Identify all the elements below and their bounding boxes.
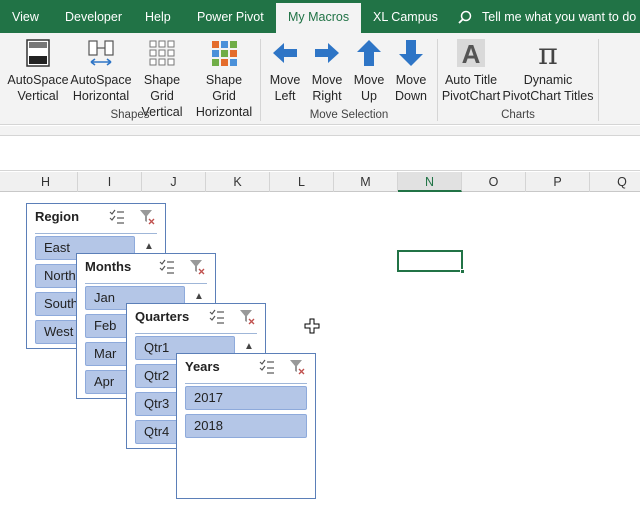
slicer-divider: [185, 383, 307, 384]
move-left-label2: Left: [274, 89, 296, 103]
svg-text:A: A: [462, 39, 481, 69]
group-divider: [437, 39, 438, 121]
active-cell[interactable]: [397, 250, 465, 274]
dynamic-titles-label1: Dynamic: [523, 73, 573, 87]
autospace-horizontal-icon: [85, 37, 117, 69]
dynamic-pivotchart-titles-button[interactable]: π Dynamic PivotChart Titles: [502, 37, 594, 107]
group-label-charts: Charts: [501, 109, 535, 121]
autospace-horizontal-label1: AutoSpace: [70, 73, 132, 87]
arrow-up-icon: [353, 37, 385, 69]
clear-filter-icon[interactable]: [239, 309, 255, 325]
move-down-label2: Down: [395, 89, 427, 103]
tell-me-text: Tell me what you want to do: [482, 10, 637, 24]
group-label-shapes: Shapes: [110, 109, 150, 121]
auto-title-pivotchart-button[interactable]: A Auto Title PivotChart: [440, 37, 502, 107]
shape-grid-vertical-label1: Shape Grid: [143, 73, 181, 103]
autospace-vertical-icon: [22, 37, 54, 69]
multi-select-icon[interactable]: [159, 259, 175, 275]
ribbon-panel: AutoSpace Vertical AutoSpace Horizontal …: [0, 33, 640, 125]
dynamic-titles-label2: PivotChart Titles: [502, 89, 594, 103]
tab-power-pivot[interactable]: Power Pivot: [197, 0, 264, 33]
autospace-vertical-label2: Vertical: [17, 89, 59, 103]
multi-select-icon[interactable]: [259, 359, 275, 375]
arrow-down-icon: [395, 37, 427, 69]
slicer-divider: [35, 233, 157, 234]
tab-help[interactable]: Help: [145, 0, 171, 33]
move-down-button[interactable]: Move Down: [389, 37, 433, 107]
ribbon-tab-bar: View Developer Help Power Pivot My Macro…: [0, 0, 640, 33]
formula-bar-area[interactable]: [0, 137, 640, 171]
shape-grid-horizontal-label1: Shape Grid: [205, 73, 243, 103]
slicer-title: Months: [85, 259, 132, 274]
column-header-k[interactable]: K: [206, 172, 270, 192]
clear-filter-icon[interactable]: [139, 209, 155, 225]
slicer-item[interactable]: 2018: [185, 414, 307, 438]
tell-me-box[interactable]: Tell me what you want to do: [458, 0, 636, 33]
auto-title-label1: Auto Title: [444, 73, 498, 87]
column-header-j[interactable]: J: [142, 172, 206, 192]
move-left-label1: Move: [269, 73, 301, 87]
move-cursor-icon: [304, 318, 320, 334]
move-right-label1: Move: [311, 73, 343, 87]
move-right-label2: Right: [312, 89, 342, 103]
tab-my-macros[interactable]: My Macros: [276, 3, 362, 33]
group-divider: [598, 39, 599, 121]
column-header-h[interactable]: H: [14, 172, 78, 192]
excel-window: View Developer Help Power Pivot My Macro…: [0, 0, 640, 516]
move-up-label1: Move: [353, 73, 385, 87]
column-header-n[interactable]: N: [398, 172, 462, 192]
autospace-horizontal-label2: Horizontal: [72, 89, 130, 103]
group-label-move-selection: Move Selection: [309, 109, 389, 121]
column-header-o[interactable]: O: [462, 172, 526, 192]
autospace-horizontal-button[interactable]: AutoSpace Horizontal: [70, 37, 132, 107]
multi-select-icon[interactable]: [209, 309, 225, 325]
arrow-left-icon: [269, 37, 301, 69]
column-header-bar: H I J K L M N O P Q: [0, 172, 640, 192]
arrow-right-icon: [311, 37, 343, 69]
move-left-button[interactable]: Move Left: [265, 37, 305, 107]
column-header-l[interactable]: L: [270, 172, 334, 192]
clear-filter-icon[interactable]: [289, 359, 305, 375]
group-divider: [260, 39, 261, 121]
move-up-button[interactable]: Move Up: [349, 37, 389, 107]
lightbulb-search-icon: [458, 10, 472, 24]
shape-grid-vertical-icon: [146, 37, 178, 69]
shape-grid-horizontal-button[interactable]: Shape Grid Horizontal: [193, 37, 255, 119]
slicer-item[interactable]: 2017: [185, 386, 307, 410]
slicer-title: Quarters: [135, 309, 190, 324]
pi-icon: π: [532, 37, 564, 69]
column-header-m[interactable]: M: [334, 172, 398, 192]
column-header-i[interactable]: I: [78, 172, 142, 192]
autospace-vertical-label1: AutoSpace: [7, 73, 69, 87]
slicer-divider: [135, 333, 257, 334]
shape-grid-horizontal-icon: [208, 37, 240, 69]
slicer-title: Region: [35, 209, 80, 224]
autospace-vertical-button[interactable]: AutoSpace Vertical: [6, 37, 70, 107]
clear-filter-icon[interactable]: [189, 259, 205, 275]
tab-view[interactable]: View: [12, 0, 39, 33]
svg-text:π: π: [538, 37, 558, 69]
tab-developer[interactable]: Developer: [65, 0, 122, 33]
fill-handle[interactable]: [460, 269, 465, 274]
slicer-years[interactable]: Years 2017 2018: [176, 353, 316, 499]
letter-a-icon: A: [455, 37, 487, 69]
move-down-label1: Move: [395, 73, 427, 87]
slicer-title: Years: [185, 359, 220, 374]
shape-grid-vertical-button[interactable]: Shape Grid Vertical: [132, 37, 192, 119]
multi-select-icon[interactable]: [109, 209, 125, 225]
move-right-button[interactable]: Move Right: [307, 37, 347, 107]
auto-title-label2: PivotChart: [441, 89, 501, 103]
ribbon-bottom-strip: [0, 126, 640, 136]
column-header-p[interactable]: P: [526, 172, 590, 192]
slicer-divider: [85, 283, 207, 284]
column-header-q[interactable]: Q: [590, 172, 640, 192]
move-up-label2: Up: [361, 89, 377, 103]
tab-xl-campus[interactable]: XL Campus: [373, 0, 438, 33]
